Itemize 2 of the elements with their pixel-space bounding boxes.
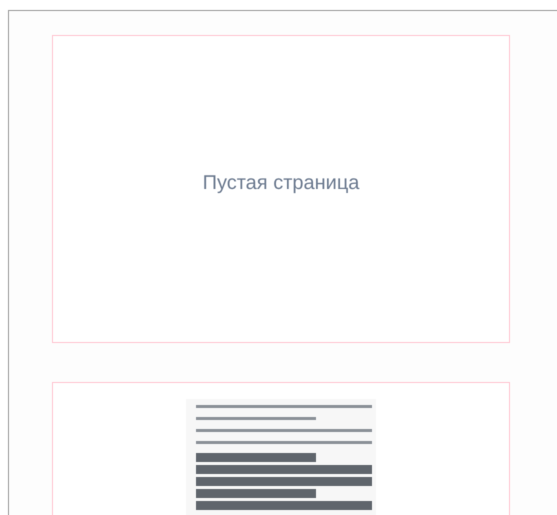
page[interactable]: Пустая страница: [52, 35, 510, 343]
empty-page-label: Пустая страница: [202, 172, 360, 194]
